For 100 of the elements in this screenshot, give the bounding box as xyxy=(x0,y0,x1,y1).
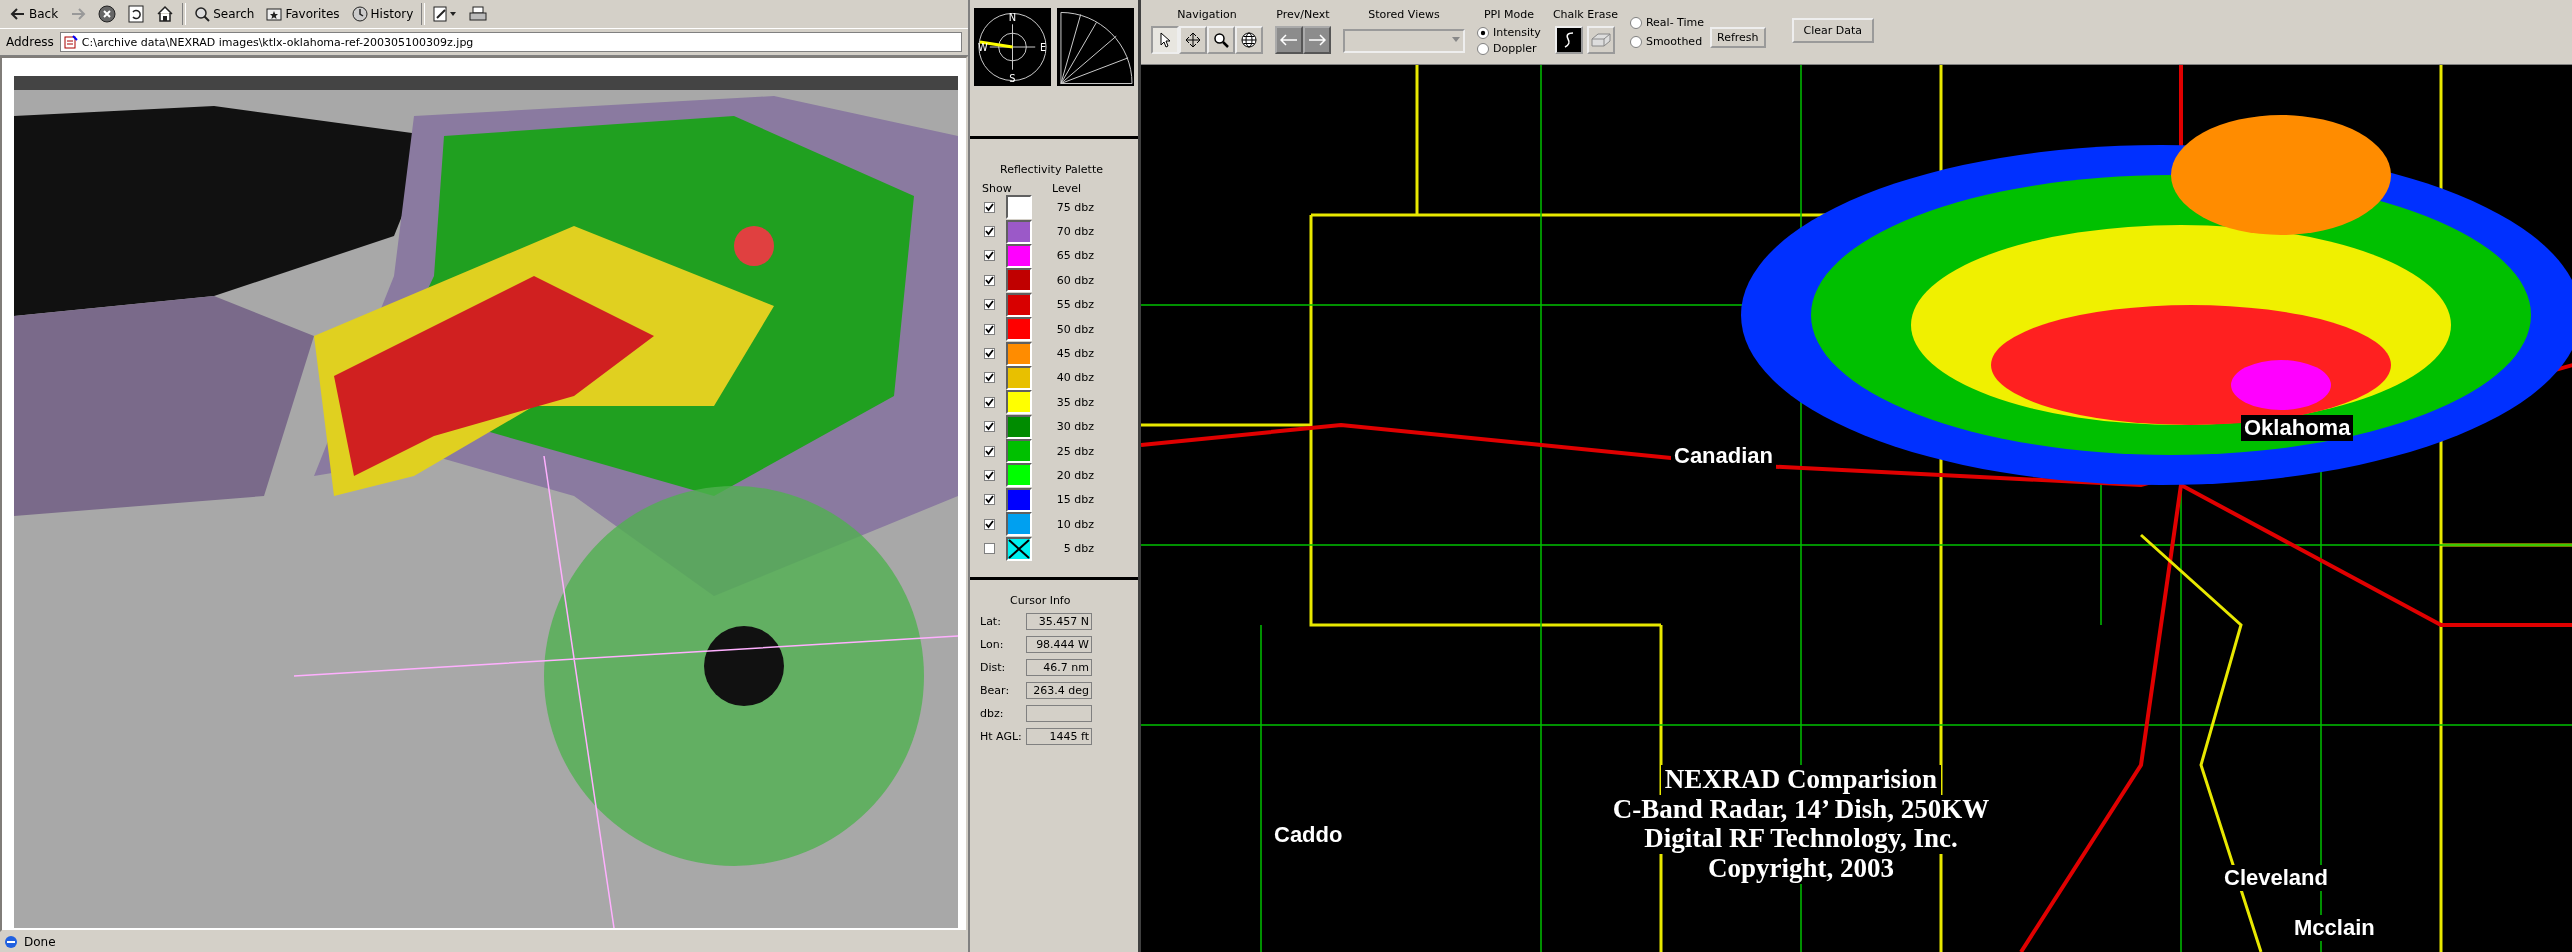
search-icon xyxy=(194,6,211,22)
level-label: 15 dbz xyxy=(1055,493,1094,507)
color-swatch[interactable] xyxy=(1006,512,1032,537)
county-label: Oklahoma xyxy=(2241,415,2354,441)
magnifier-icon xyxy=(1213,32,1229,48)
color-swatch[interactable] xyxy=(1006,219,1032,244)
readout-field: 98.444 W xyxy=(1026,636,1092,653)
level-header: Level xyxy=(1052,182,1082,195)
globe-tool-button[interactable] xyxy=(1235,26,1263,54)
show-checkbox[interactable] xyxy=(984,421,995,433)
level-label: 70 dbz xyxy=(1055,225,1094,239)
level-label: 60 dbz xyxy=(1055,273,1094,287)
palette-title: Reflectivity Palette xyxy=(999,162,1104,178)
field-label: Lon: xyxy=(980,638,1005,651)
show-checkbox[interactable] xyxy=(984,201,995,213)
level-label: 5 dbz xyxy=(1062,542,1094,556)
color-swatch[interactable] xyxy=(1006,439,1032,464)
address-field[interactable]: C:\archive data\NEXRAD images\ktlx-oklahoma-ref-200305100309z.jpg xyxy=(59,32,962,52)
move-arrows-icon xyxy=(1185,32,1201,48)
level-label: 20 dbz xyxy=(1055,469,1094,482)
show-checkbox[interactable] xyxy=(984,250,995,262)
address-label: Address xyxy=(6,35,54,49)
globe-icon xyxy=(1241,32,1257,48)
color-swatch[interactable] xyxy=(1006,195,1032,220)
stop-icon xyxy=(98,5,117,23)
chalk-erase-label: Chalk Erase xyxy=(1552,8,1618,21)
status-text: Done xyxy=(24,935,56,949)
pointer-tool-button[interactable] xyxy=(1151,26,1179,54)
prev-next-label: Prev/Next xyxy=(1276,8,1330,21)
level-label: 30 dbz xyxy=(1055,420,1094,434)
color-swatch[interactable] xyxy=(1006,243,1032,268)
readout-field: 1445 ft xyxy=(1026,728,1092,745)
show-checkbox[interactable] xyxy=(984,518,995,530)
back-arrow-icon xyxy=(10,7,26,21)
color-swatch[interactable] xyxy=(1006,341,1032,366)
show-checkbox[interactable] xyxy=(984,445,995,457)
show-checkbox[interactable] xyxy=(984,299,995,311)
star-folder-icon xyxy=(266,6,283,22)
field-label: Dist: xyxy=(980,661,1007,674)
cursor-info-title: Cursor Info xyxy=(1009,594,1072,607)
show-checkbox[interactable] xyxy=(984,372,995,384)
radio-option[interactable]: Doppler xyxy=(1477,42,1541,55)
show-checkbox[interactable] xyxy=(984,226,995,238)
color-swatch[interactable] xyxy=(1006,536,1032,561)
color-swatch[interactable] xyxy=(1006,463,1032,488)
pointer-icon xyxy=(1158,32,1172,48)
level-label: 55 dbz xyxy=(1055,298,1094,312)
history-button[interactable]: History xyxy=(347,4,418,24)
field-label: Lat: xyxy=(980,615,1002,628)
back-button[interactable]: Back xyxy=(6,5,63,23)
show-checkbox[interactable] xyxy=(984,396,995,408)
favorites-button[interactable]: Favorites xyxy=(262,4,344,24)
color-swatch[interactable] xyxy=(1006,414,1032,439)
radio-option[interactable]: Intensity xyxy=(1477,26,1541,39)
field-label: Bear: xyxy=(980,684,1011,697)
level-label: 75 dbz xyxy=(1055,200,1094,214)
edit-icon xyxy=(433,6,458,22)
color-swatch[interactable] xyxy=(1006,268,1032,293)
level-label: 45 dbz xyxy=(1055,347,1094,361)
readout-field: 263.4 deg xyxy=(1026,682,1092,699)
search-button[interactable]: Search xyxy=(190,4,259,24)
readout-field: 35.457 N xyxy=(1026,613,1092,630)
color-swatch[interactable] xyxy=(1006,390,1032,415)
level-label: 25 dbz xyxy=(1055,444,1094,458)
show-checkbox[interactable] xyxy=(984,274,995,286)
clear-data-button[interactable]: Clear Data xyxy=(1791,18,1875,43)
page-icon xyxy=(63,35,78,49)
browser-logo-icon xyxy=(4,935,18,949)
history-icon xyxy=(351,6,368,22)
left-arrow-icon xyxy=(1280,34,1298,46)
color-swatch[interactable] xyxy=(1006,317,1032,342)
field-label: dbz: xyxy=(980,707,1005,720)
zoom-tool-button[interactable] xyxy=(1207,26,1235,54)
radio-option[interactable]: Real- Time xyxy=(1629,16,1705,29)
pan-tool-button[interactable] xyxy=(1179,26,1207,54)
field-label: Ht AGL: xyxy=(980,730,1023,743)
level-label: 40 dbz xyxy=(1055,371,1094,385)
ppi-mode-label: PPI Mode xyxy=(1483,8,1534,21)
level-label: 35 dbz xyxy=(1055,395,1094,409)
show-checkbox[interactable] xyxy=(984,470,995,481)
refresh-button[interactable]: Refresh xyxy=(1710,27,1766,48)
level-label: 10 dbz xyxy=(1055,517,1094,531)
readout-field: 46.7 nm xyxy=(1026,659,1092,676)
compass-drawing: N E S W xyxy=(974,8,1051,86)
color-swatch[interactable] xyxy=(1006,292,1032,317)
navigation-label: Navigation xyxy=(1177,8,1237,21)
show-checkbox[interactable] xyxy=(984,494,995,506)
chalk-button[interactable] xyxy=(1555,26,1584,54)
color-swatch[interactable] xyxy=(1006,487,1032,512)
stored-views-label: Stored Views xyxy=(1368,8,1440,21)
radio-option[interactable]: Smoothed xyxy=(1629,35,1705,48)
show-checkbox[interactable] xyxy=(984,348,995,360)
show-header: Show xyxy=(982,182,1013,195)
home-icon xyxy=(156,5,175,23)
show-checkbox[interactable] xyxy=(984,543,995,555)
level-label: 65 dbz xyxy=(1055,249,1094,263)
color-swatch[interactable] xyxy=(1006,365,1032,390)
right-arrow-icon xyxy=(1308,34,1326,46)
show-checkbox[interactable] xyxy=(984,323,995,335)
readout-field xyxy=(1026,705,1092,722)
